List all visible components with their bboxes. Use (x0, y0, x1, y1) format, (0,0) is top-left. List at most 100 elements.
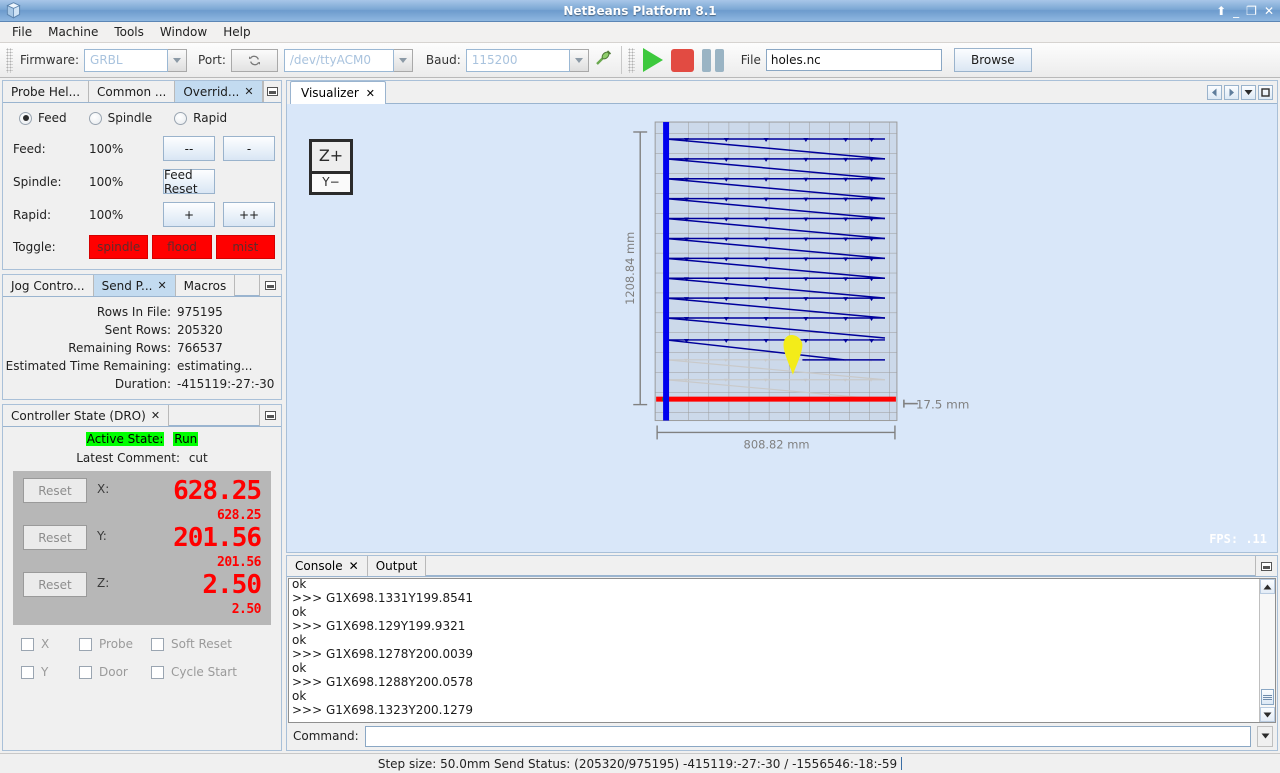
maximize-icon (1261, 87, 1270, 97)
checkbox-cycle-start[interactable]: Cycle Start (151, 665, 237, 679)
checkbox-label: X (41, 637, 50, 651)
scrollbar-thumb[interactable] (1261, 689, 1274, 705)
tab-send-progress[interactable]: Send P... ✕ (93, 275, 176, 296)
feed-reset-button[interactable]: Feed Reset (163, 168, 215, 196)
toggle-buttons: spindle flood mist (89, 235, 275, 259)
checkbox-probe[interactable]: Probe (79, 637, 151, 651)
minimize-button[interactable]: _ (1233, 5, 1239, 17)
feed-decrement-small-button[interactable]: - (223, 136, 275, 161)
sent-rows-label: Sent Rows: (104, 323, 171, 337)
radio-feed[interactable]: Feed (19, 111, 67, 125)
dro-row-z: Reset Z: 2.50 2.50 (23, 572, 262, 617)
menu-help[interactable]: Help (215, 23, 258, 41)
send-minimize-button[interactable] (259, 275, 281, 296)
console-minimize-button[interactable] (1255, 556, 1277, 576)
reset-z-button[interactable]: Reset (23, 572, 87, 597)
menu-window[interactable]: Window (152, 23, 215, 41)
minimize-icon (265, 281, 276, 290)
pause-icon[interactable] (701, 48, 724, 72)
browse-button[interactable]: Browse (953, 48, 1032, 72)
active-state-label: Active State: (85, 432, 165, 446)
tab-common[interactable]: Common ... (89, 81, 176, 102)
scroll-tabs-left-button[interactable] (1207, 84, 1222, 100)
maximize-window-button[interactable] (1258, 84, 1273, 100)
toggle-mist-button[interactable]: mist (215, 235, 275, 259)
reset-y-button[interactable]: Reset (23, 525, 87, 550)
rows-in-file-row: Rows In File: 975195 (3, 305, 269, 319)
console-line: >>> G1X698.1331Y199.8541 (292, 591, 473, 605)
feed-increment-large-button[interactable]: ++ (223, 202, 275, 227)
plug-icon (595, 50, 611, 65)
scroll-down-button[interactable] (1260, 707, 1275, 722)
port-select[interactable]: /dev/ttyACM0 (283, 48, 413, 72)
chevron-down-icon[interactable] (569, 48, 589, 72)
firmware-select[interactable]: GRBL (84, 48, 188, 72)
chevron-down-icon[interactable] (168, 48, 188, 72)
tab-overrides[interactable]: Overrid... ✕ (175, 81, 263, 102)
checkbox-door[interactable]: Door (79, 665, 151, 679)
close-icon[interactable]: ✕ (151, 409, 160, 422)
menu-tools[interactable]: Tools (106, 23, 152, 41)
tabrow-filler (426, 556, 1255, 576)
tab-visualizer[interactable]: Visualizer ✕ (290, 81, 386, 104)
tab-jog-controller[interactable]: Jog Contro... (3, 275, 94, 296)
checkbox-soft-reset[interactable]: Soft Reset (151, 637, 232, 651)
rows-in-file-label: Rows In File: (96, 305, 171, 319)
checkbox-limit-x[interactable]: X (21, 637, 79, 651)
tab-output[interactable]: Output (368, 556, 427, 576)
command-input[interactable] (364, 725, 1251, 747)
menu-machine[interactable]: Machine (40, 23, 106, 41)
file-input[interactable]: holes.nc (765, 49, 942, 71)
connect-button[interactable] (594, 49, 612, 71)
tab-macros[interactable]: Macros (175, 275, 236, 296)
dro-machine-y: 201.56 (173, 523, 262, 553)
checkbox-label: Soft Reset (171, 637, 233, 651)
play-icon[interactable] (642, 48, 663, 72)
close-icon[interactable]: ✕ (244, 85, 253, 98)
tab-label: Console (295, 559, 343, 573)
overrides-minimize-button[interactable] (262, 81, 281, 102)
feed-decrement-large-button[interactable]: -- (163, 136, 215, 161)
dro-minimize-button[interactable] (259, 405, 281, 426)
port-refresh-button[interactable] (230, 48, 278, 72)
tab-list-button[interactable] (1241, 84, 1256, 100)
shade-button[interactable]: ⬆ (1216, 5, 1226, 17)
radio-rapid[interactable]: Rapid (174, 111, 227, 125)
close-icon[interactable]: ✕ (349, 559, 359, 573)
scroll-up-button[interactable] (1260, 579, 1275, 594)
send-body: Rows In File: 975195 Sent Rows: 205320 R… (3, 297, 281, 399)
tab-console[interactable]: Console ✕ (287, 556, 368, 576)
radio-spindle[interactable]: Spindle (88, 111, 152, 125)
menubar: File Machine Tools Window Help (0, 22, 1280, 43)
feed-increment-small-button[interactable]: + (163, 202, 215, 227)
latest-comment-row: Latest Comment: cut (3, 448, 281, 471)
toolbar-grip[interactable] (6, 47, 13, 73)
stop-icon[interactable] (670, 48, 694, 72)
scrollbar-track[interactable] (1260, 594, 1275, 707)
window-controls[interactable]: ⬆ _ ❐ ✕ (1216, 0, 1274, 22)
command-scroll-button[interactable] (1257, 725, 1273, 747)
menu-file[interactable]: File (4, 23, 40, 41)
next-icon (1229, 88, 1234, 96)
chevron-down-icon[interactable] (393, 48, 413, 72)
console-scrollbar[interactable] (1259, 579, 1275, 722)
checkbox-limit-y[interactable]: Y (21, 665, 79, 679)
toolbar-grip[interactable] (627, 47, 635, 73)
toggle-spindle-button[interactable]: spindle (89, 235, 149, 259)
visualizer-canvas[interactable]: Z+ Y− 1208.84 mm 808.82 mm 17.5 mm FPS: … (287, 104, 1277, 552)
maximize-button[interactable]: ❐ (1246, 5, 1257, 17)
tab-label: Overrid... (183, 84, 240, 99)
baud-select[interactable]: 115200 (465, 48, 589, 72)
console-log[interactable]: ok >>> G1X698.1331Y199.8541 ok >>> G1X69… (289, 579, 1259, 722)
tab-probe-helper[interactable]: Probe Hel... (3, 81, 90, 102)
toggle-flood-button[interactable]: flood (152, 235, 212, 259)
remaining-rows-value: 766537 (177, 341, 223, 355)
close-button[interactable]: ✕ (1264, 5, 1274, 17)
scroll-tabs-right-button[interactable] (1224, 84, 1239, 100)
reset-x-button[interactable]: Reset (23, 478, 87, 503)
console-line: >>> G1X698.129Y199.9321 (292, 619, 466, 633)
depth-dimension-label: 17.5 mm (916, 398, 970, 412)
tab-controller-state-dro[interactable]: Controller State (DRO) ✕ (3, 405, 170, 426)
close-icon[interactable]: ✕ (366, 87, 375, 100)
close-icon[interactable]: ✕ (157, 279, 166, 292)
